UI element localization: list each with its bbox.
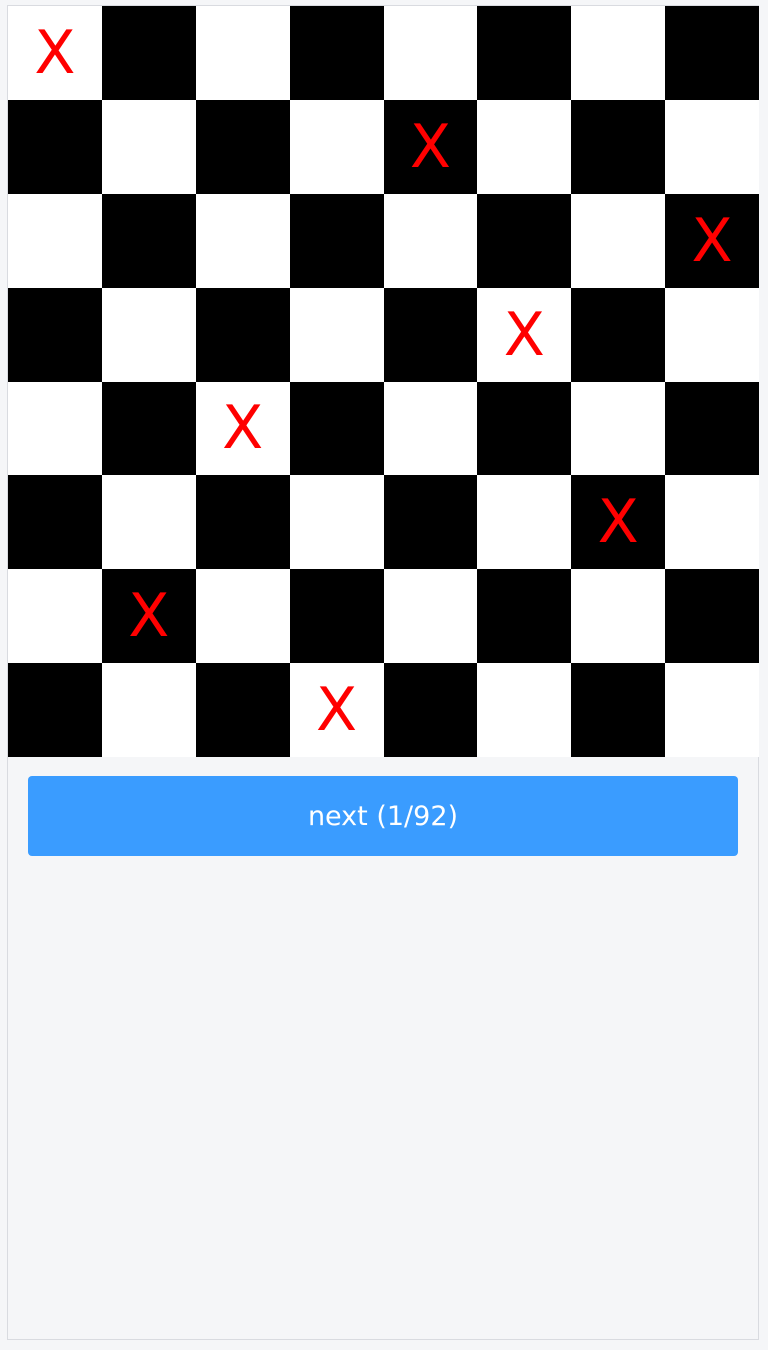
board-cell[interactable] [8,381,102,476]
board-cell[interactable] [101,6,196,100]
board-cell[interactable] [383,287,478,382]
board-cell[interactable] [665,99,759,194]
board-cell[interactable] [477,569,572,664]
board-cell[interactable] [383,569,478,664]
board-cell[interactable] [665,663,759,757]
board-cell[interactable] [477,6,572,100]
board-cell[interactable] [101,287,196,382]
board-cell[interactable] [571,569,666,664]
board-cell[interactable] [571,99,666,194]
board-cell[interactable] [383,663,478,757]
board-cell[interactable]: X [477,287,572,382]
board-cell[interactable] [665,287,759,382]
board-cell[interactable] [571,381,666,476]
board-cell[interactable] [195,99,290,194]
queen-marker: X [503,299,545,370]
board-cell[interactable] [477,663,572,757]
board-cell[interactable] [195,663,290,757]
queen-marker: X [409,111,451,182]
queen-marker: X [691,205,733,276]
board-cell[interactable] [477,99,572,194]
board-cell[interactable] [289,6,384,100]
board-cell[interactable]: X [289,663,384,757]
board-cell[interactable] [101,99,196,194]
board-cell[interactable]: X [101,569,196,664]
board-cell[interactable] [665,381,759,476]
board-cell[interactable] [8,287,102,382]
board-cell[interactable] [383,381,478,476]
board-cell[interactable] [665,6,759,100]
board-cell[interactable] [665,475,759,570]
board-cell[interactable] [289,475,384,570]
board-cell[interactable] [8,663,102,757]
board-cell[interactable]: X [8,6,102,100]
app-frame: X X X X X X X X next (1/92) [7,5,759,1340]
board-cell[interactable] [665,569,759,664]
board-cell[interactable] [289,381,384,476]
board-cell[interactable] [571,663,666,757]
queen-marker: X [316,675,358,746]
board-cell[interactable] [8,569,102,664]
board-cell[interactable] [8,475,102,570]
board-cell[interactable] [571,193,666,288]
board-cell[interactable]: X [571,475,666,570]
board-cell[interactable] [101,381,196,476]
board-cell[interactable] [571,287,666,382]
board-cell[interactable] [195,6,290,100]
next-solution-button[interactable]: next (1/92) [28,776,738,856]
board-cell[interactable] [289,287,384,382]
board-cell[interactable] [8,99,102,194]
board-cell[interactable] [477,193,572,288]
queen-marker: X [128,581,170,652]
queen-marker: X [222,393,264,464]
board-cell[interactable] [571,6,666,100]
board-cell[interactable] [289,193,384,288]
board-cell[interactable]: X [383,99,478,194]
board-cell[interactable] [383,6,478,100]
board-cell[interactable] [101,193,196,288]
board-cell[interactable] [289,569,384,664]
board-cell[interactable] [289,99,384,194]
queen-marker: X [34,17,76,88]
board-cell[interactable] [195,193,290,288]
board-cell[interactable] [195,569,290,664]
board-cell[interactable] [8,193,102,288]
board-cell[interactable] [195,287,290,382]
board-cell[interactable] [477,381,572,476]
board-cell[interactable] [383,193,478,288]
board-cell[interactable] [195,475,290,570]
board-cell[interactable] [477,475,572,570]
board-cell[interactable] [101,475,196,570]
chess-board: X X X X X X X X [8,6,759,757]
queen-marker: X [597,487,639,558]
board-cell[interactable]: X [195,381,290,476]
board-cell[interactable]: X [665,193,759,288]
board-cell[interactable] [101,663,196,757]
board-cell[interactable] [383,475,478,570]
